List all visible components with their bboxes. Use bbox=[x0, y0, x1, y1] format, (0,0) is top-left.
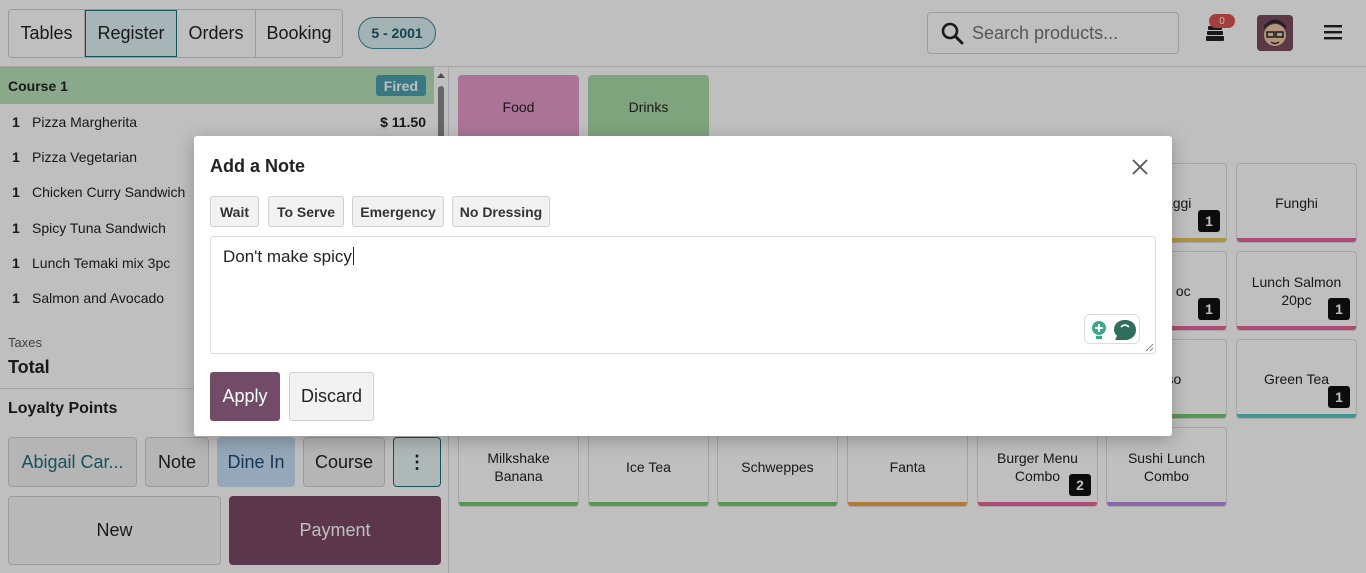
chat-bubble-icon[interactable] bbox=[1112, 318, 1138, 342]
apply-button[interactable]: Apply bbox=[210, 372, 280, 421]
writing-assistant[interactable] bbox=[1084, 314, 1140, 344]
chip-wait[interactable]: Wait bbox=[210, 196, 259, 227]
note-textarea[interactable]: Don't make spicy bbox=[210, 236, 1156, 354]
resize-handle-icon[interactable] bbox=[1144, 342, 1154, 352]
chip-no-dressing[interactable]: No Dressing bbox=[452, 196, 550, 227]
lightbulb-icon[interactable] bbox=[1089, 319, 1109, 341]
note-text: Don't make spicy bbox=[223, 247, 352, 266]
chip-to-serve[interactable]: To Serve bbox=[268, 196, 344, 227]
close-icon[interactable] bbox=[1129, 156, 1151, 178]
add-note-dialog: Add a Note Wait To Serve Emergency No Dr… bbox=[194, 136, 1172, 436]
chip-emergency[interactable]: Emergency bbox=[352, 196, 444, 227]
dialog-title: Add a Note bbox=[210, 156, 306, 176]
discard-button[interactable]: Discard bbox=[289, 372, 374, 421]
